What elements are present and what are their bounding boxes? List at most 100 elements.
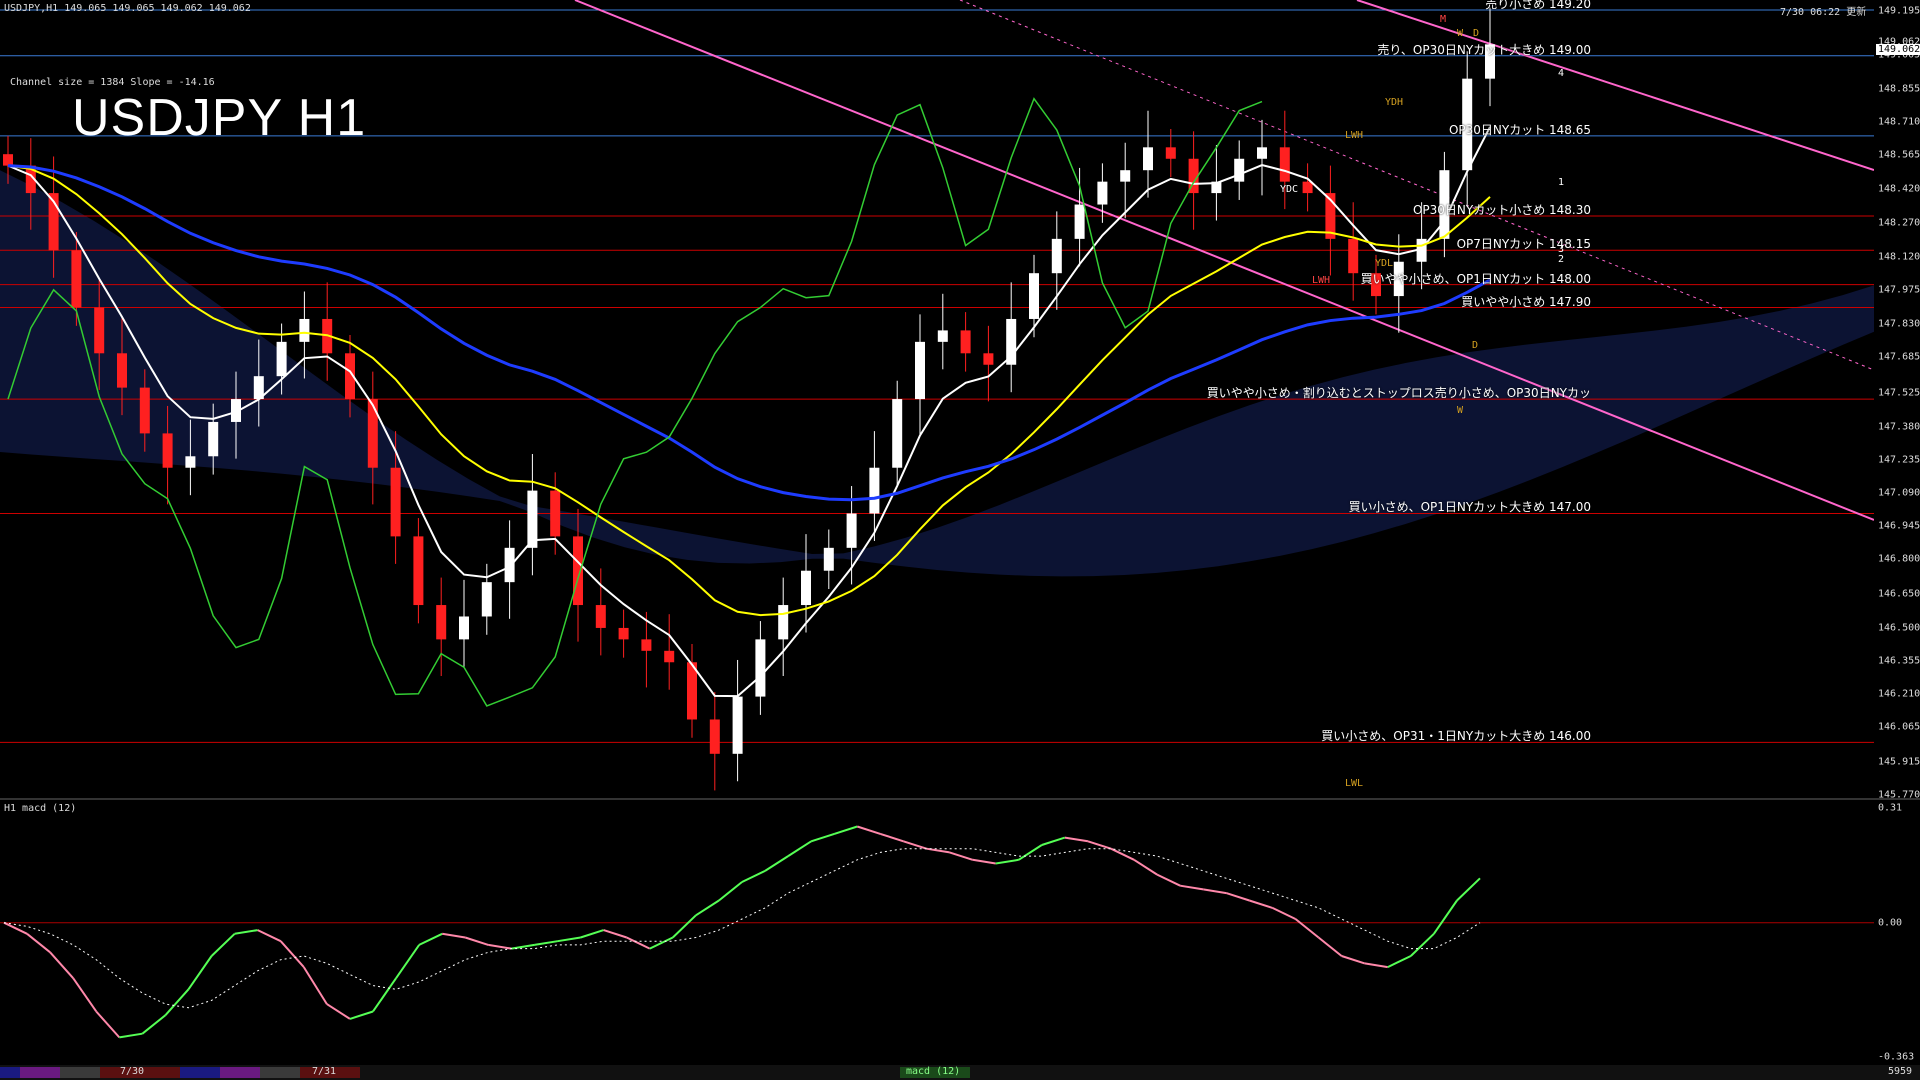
- macd-line-segment: [418, 932, 443, 946]
- macd-line-segment: [810, 832, 835, 843]
- candle-body: [1074, 204, 1085, 239]
- price-tick-label: 146.355: [1878, 655, 1920, 667]
- macd-line-segment: [972, 858, 996, 865]
- candle-body: [459, 616, 469, 640]
- price-tick-label: 146.945: [1878, 520, 1920, 532]
- macd-line-segment: [95, 1010, 121, 1039]
- candle-body: [732, 696, 743, 754]
- candle-body: [778, 605, 789, 640]
- candle-body: [1029, 273, 1039, 319]
- macd-line-segment: [580, 929, 604, 939]
- session-segment: [0, 1067, 20, 1078]
- macd-line-segment: [1018, 844, 1043, 861]
- candle-body: [960, 330, 971, 354]
- candle-body: [139, 387, 150, 434]
- candle-body: [550, 490, 561, 537]
- macd-signal-line: [3, 848, 1481, 1009]
- candle-body: [504, 547, 515, 583]
- price-tick-label: 146.800: [1878, 553, 1920, 565]
- macd-tick-label: 0.31: [1878, 802, 1903, 814]
- macd-line-segment: [395, 944, 420, 979]
- macd-line-segment: [787, 840, 812, 857]
- macd-pane[interactable]: H1 macd (12) 0.31 0.00 -0.363: [0, 800, 1920, 1065]
- candle-body: [276, 341, 287, 377]
- macd-title: H1 macd (12): [4, 803, 77, 814]
- macd-line-segment: [1272, 906, 1296, 920]
- macd-line-segment: [1433, 899, 1458, 935]
- macd-line-segment: [557, 936, 581, 943]
- macd-line-segment: [880, 832, 904, 843]
- candle-body: [1006, 318, 1017, 365]
- current-price-label: 149.062: [1876, 44, 1920, 55]
- macd-line-segment: [649, 936, 674, 950]
- price-tick-label: 147.380: [1878, 421, 1920, 433]
- indicator-tab-label[interactable]: macd (12): [906, 1066, 960, 1077]
- macd-line-segment: [1203, 888, 1227, 895]
- annotation-d2: D: [1472, 340, 1479, 351]
- candle-body: [481, 582, 492, 617]
- annotation-wave3: 3: [1558, 244, 1565, 255]
- macd-line-segment: [741, 869, 766, 883]
- price-tick-label: 145.915: [1878, 756, 1920, 768]
- candle-body: [185, 456, 196, 468]
- price-tick-label: 148.855: [1878, 83, 1920, 95]
- macd-line-segment: [1133, 858, 1158, 876]
- level-label: 売り小さめ 149.20: [1485, 0, 1591, 11]
- session-segment: [20, 1067, 60, 1078]
- candle-body: [1097, 181, 1108, 205]
- candle-body: [937, 330, 948, 342]
- candle-body: [1143, 147, 1153, 171]
- macd-tick-label: 0.00: [1878, 917, 1903, 929]
- macd-line-segment: [372, 977, 397, 1013]
- candle-body: [1120, 170, 1131, 182]
- candle-body: [595, 605, 606, 628]
- annotation-m: M: [1440, 14, 1447, 25]
- price-tick-label: 148.565: [1878, 149, 1920, 161]
- candle-body: [117, 353, 127, 388]
- annotation-w: W: [1457, 28, 1464, 39]
- macd-line-segment: [302, 966, 328, 1005]
- macd-line-segment: [488, 943, 512, 950]
- price-tick-label: 147.235: [1878, 454, 1920, 466]
- candle-body: [94, 307, 105, 354]
- macd-line-segment: [718, 881, 743, 902]
- macd-line-segment: [1387, 955, 1412, 968]
- macd-line-segment: [1341, 955, 1365, 965]
- price-tick-label: 148.420: [1878, 183, 1920, 194]
- level-label: 売り、OP30日NYカット大きめ 149.00: [1377, 42, 1591, 57]
- candle-body: [1348, 238, 1359, 274]
- macd-line-segment: [234, 929, 258, 935]
- candle-body: [208, 421, 219, 457]
- price-tick-label: 146.210: [1878, 688, 1920, 700]
- candle-body: [1257, 147, 1267, 159]
- macd-line-segment: [280, 940, 305, 968]
- macd-line-segment: [442, 932, 466, 939]
- macd-line-segment: [511, 943, 535, 950]
- candle-body: [299, 318, 310, 342]
- macd-line-segment: [1294, 918, 1320, 939]
- macd-line-segment: [949, 851, 973, 861]
- level-label: OP30日NYカット 148.65: [1448, 122, 1591, 137]
- macd-chart-svg[interactable]: [0, 800, 1874, 1065]
- annotation-ydl: YDL: [1375, 258, 1394, 269]
- status-right-value: 5959: [1888, 1066, 1913, 1077]
- macd-line-segment: [1156, 873, 1181, 887]
- candle-body: [390, 467, 401, 537]
- macd-line-segment: [672, 914, 697, 939]
- candle-body: [618, 627, 629, 640]
- session-segment: [60, 1067, 100, 1078]
- annotation-ydc: YDC: [1280, 184, 1299, 195]
- level-label: 買いやや小さめ 147.90: [1461, 294, 1591, 309]
- macd-line-segment: [210, 933, 236, 957]
- level-label: OP7日NYカット 148.15: [1456, 237, 1591, 252]
- update-time: 7/30 06:22 更新: [1780, 7, 1867, 18]
- price-chart-pane[interactable]: USDJPY,H1 149.065 149.065 149.062 149.06…: [0, 0, 1920, 801]
- level-label: 買い小さめ、OP1日NYカット大きめ 147.00: [1348, 500, 1591, 515]
- macd-line-segment: [119, 1032, 143, 1039]
- macd-line-segment: [1249, 899, 1273, 909]
- date-label-1: 7/30: [120, 1066, 145, 1077]
- price-axis[interactable]: 149.195149.062149.005148.855148.710148.5…: [1874, 0, 1920, 801]
- candle-body: [801, 570, 811, 606]
- macd-line-segment: [695, 899, 720, 917]
- macd-axis[interactable]: 0.31 0.00 -0.363: [1874, 800, 1920, 1065]
